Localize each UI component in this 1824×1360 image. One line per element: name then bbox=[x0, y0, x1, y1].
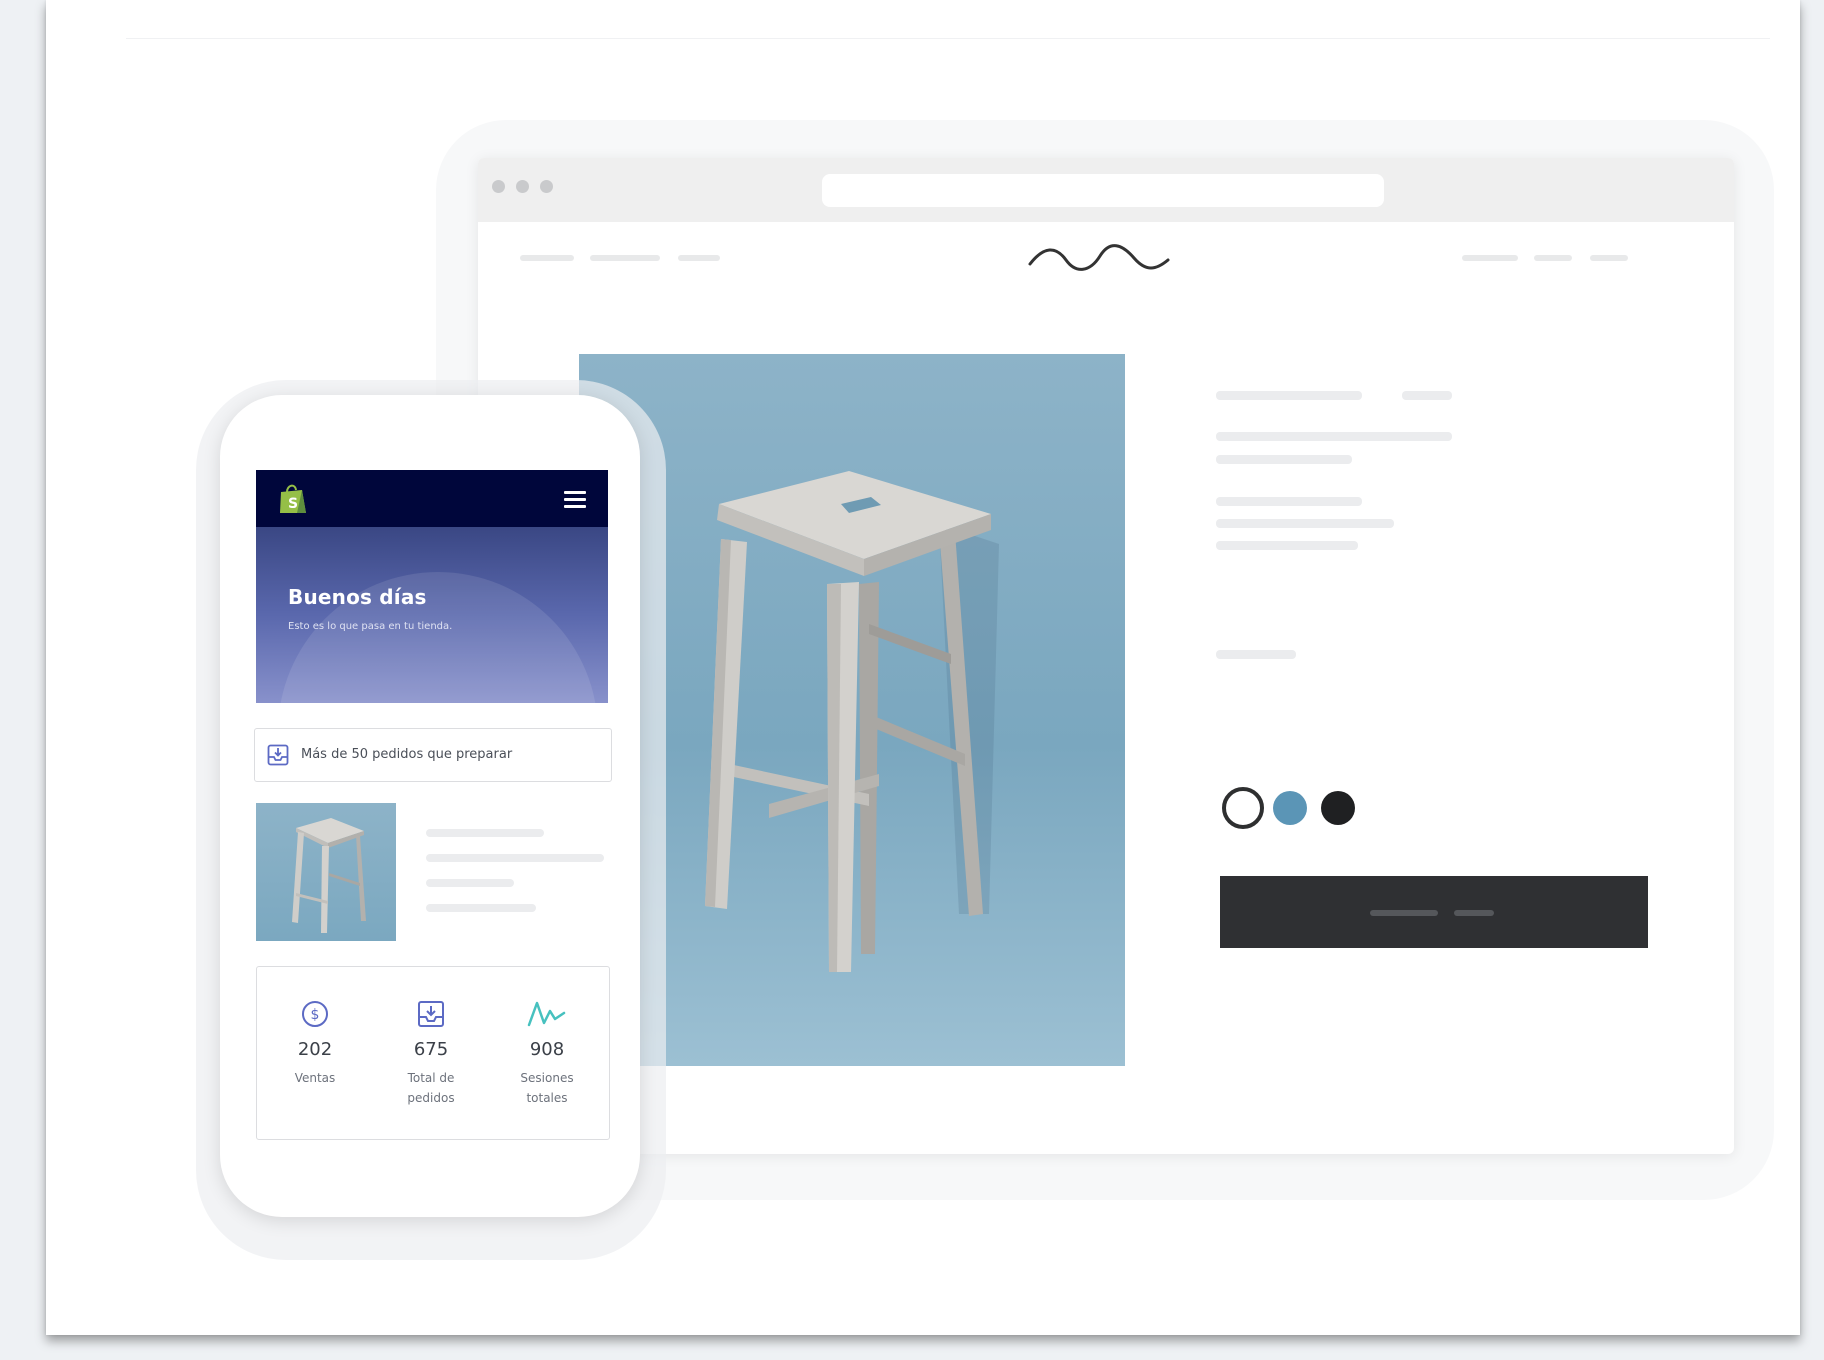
greeting-subtitle: Esto es lo que pasa en tu tienda. bbox=[288, 621, 453, 632]
svg-text:$: $ bbox=[311, 1007, 320, 1023]
nav-link-placeholder[interactable] bbox=[520, 255, 574, 261]
window-dot-maximize[interactable] bbox=[540, 180, 553, 193]
browser-toolbar bbox=[478, 158, 1734, 222]
button-label-placeholder bbox=[1454, 910, 1494, 916]
app-header: S bbox=[256, 470, 608, 527]
nav-link-placeholder[interactable] bbox=[590, 255, 660, 261]
button-label-placeholder bbox=[1370, 910, 1438, 916]
color-swatch-blue[interactable] bbox=[1273, 791, 1307, 825]
orders-icon bbox=[418, 1001, 444, 1027]
browser-window bbox=[478, 158, 1734, 1154]
store-logo-wave[interactable] bbox=[1028, 242, 1170, 272]
stool-thumbnail-illustration bbox=[292, 818, 366, 933]
stat-value: 908 bbox=[529, 1039, 565, 1060]
stat-value: 202 bbox=[297, 1039, 333, 1060]
product-detail-line bbox=[426, 904, 536, 912]
description-line bbox=[1216, 541, 1358, 550]
product-detail-line bbox=[426, 879, 514, 887]
description-line bbox=[1216, 519, 1394, 528]
phone-device: S Buenos días Esto es lo que pasa en tu … bbox=[220, 395, 640, 1217]
sessions-chart-icon bbox=[527, 1001, 566, 1027]
inbox-download-icon bbox=[267, 744, 289, 766]
add-to-cart-button[interactable] bbox=[1220, 876, 1648, 948]
screenshot-card: S Buenos días Esto es lo que pasa en tu … bbox=[46, 0, 1800, 1335]
window-dot-minimize[interactable] bbox=[516, 180, 529, 193]
stat-label: Ventas bbox=[294, 1071, 336, 1085]
stat-label: Total de pedidos bbox=[407, 1071, 455, 1105]
stat-sessions[interactable]: 908 Sesiones totales bbox=[489, 967, 605, 1108]
product-thumbnail[interactable] bbox=[256, 803, 396, 941]
greeting-banner: Buenos días Esto es lo que pasa en tu ti… bbox=[256, 527, 608, 703]
stats-card: $ 202 Ventas 675 Total de pedidos 908 Se… bbox=[256, 966, 610, 1140]
shopify-bag-icon[interactable]: S bbox=[278, 483, 308, 515]
color-swatch-black[interactable] bbox=[1321, 791, 1355, 825]
description-line bbox=[1216, 432, 1452, 441]
product-title-placeholder bbox=[1216, 391, 1362, 400]
nav-link-placeholder[interactable] bbox=[1462, 255, 1518, 261]
dollar-icon: $ bbox=[302, 1001, 328, 1027]
product-price-placeholder bbox=[1402, 391, 1452, 400]
product-detail-line bbox=[426, 854, 604, 862]
stat-sales[interactable]: $ 202 Ventas bbox=[257, 967, 373, 1088]
nav-link-placeholder[interactable] bbox=[678, 255, 720, 261]
nav-link-placeholder[interactable] bbox=[1590, 255, 1628, 261]
stat-value: 675 bbox=[413, 1039, 449, 1060]
svg-text:S: S bbox=[288, 496, 298, 512]
stat-orders[interactable]: 675 Total de pedidos bbox=[373, 967, 489, 1108]
stat-label: Sesiones totales bbox=[520, 1071, 574, 1105]
color-swatch-white[interactable] bbox=[1222, 787, 1264, 829]
description-line bbox=[1216, 455, 1352, 464]
product-title-placeholder bbox=[426, 829, 544, 837]
orders-alert-card[interactable]: Más de 50 pedidos que preparar bbox=[254, 728, 612, 782]
description-line bbox=[1216, 497, 1362, 506]
divider bbox=[126, 38, 1770, 39]
hamburger-menu-icon[interactable] bbox=[564, 491, 586, 508]
address-bar[interactable] bbox=[822, 174, 1384, 207]
greeting-title: Buenos días bbox=[288, 585, 427, 609]
orders-alert-text: Más de 50 pedidos que preparar bbox=[301, 747, 513, 762]
color-label-placeholder bbox=[1216, 650, 1296, 659]
window-dot-close[interactable] bbox=[492, 180, 505, 193]
nav-link-placeholder[interactable] bbox=[1534, 255, 1572, 261]
